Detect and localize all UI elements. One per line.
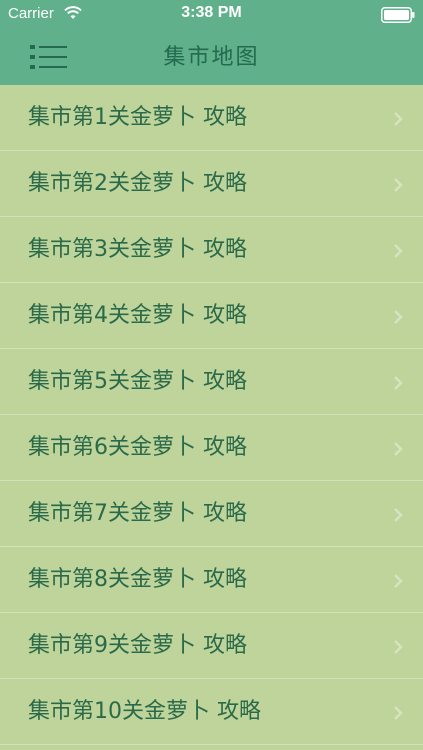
- list-item[interactable]: 集市第2关金萝卜 攻略: [0, 151, 423, 217]
- list-item[interactable]: 集市第7关金萝卜 攻略: [0, 481, 423, 547]
- list-item-label: 集市第4关金萝卜 攻略: [28, 303, 247, 328]
- list-item[interactable]: 集市第4关金萝卜 攻略: [0, 283, 423, 349]
- chevron-right-icon: [394, 310, 403, 324]
- chevron-right-icon: [394, 244, 403, 258]
- chevron-right-icon: [394, 376, 403, 390]
- chevron-right-icon: [394, 508, 403, 522]
- list-item[interactable]: 集市第5关金萝卜 攻略: [0, 349, 423, 415]
- chevron-right-icon: [394, 442, 403, 456]
- list-item[interactable]: 集市第9关金萝卜 攻略: [0, 613, 423, 679]
- list-item-label: 集市第1关金萝卜 攻略: [28, 105, 247, 130]
- list-item-label: 集市第7关金萝卜 攻略: [28, 501, 247, 526]
- page-title: 集市地图: [163, 45, 260, 70]
- list-item[interactable]: 集市第3关金萝卜 攻略: [0, 217, 423, 283]
- nav-bar: 集市地图: [0, 30, 423, 85]
- level-list: 集市第1关金萝卜 攻略 集市第2关金萝卜 攻略 集市第3关金萝卜 攻略 集市第4…: [0, 85, 423, 750]
- status-bar: Carrier 3:38 PM: [0, 0, 423, 30]
- list-item-label: 集市第10关金萝卜 攻略: [28, 699, 261, 724]
- battery-icon: [381, 7, 415, 23]
- status-time: 3:38 PM: [181, 4, 242, 21]
- chevron-right-icon: [394, 574, 403, 588]
- chevron-right-icon: [394, 640, 403, 654]
- list-item-label: 集市第6关金萝卜 攻略: [28, 435, 247, 460]
- list-item-label: 集市第8关金萝卜 攻略: [28, 567, 247, 592]
- list-item-label: 集市第2关金萝卜 攻略: [28, 171, 247, 196]
- chevron-right-icon: [394, 112, 403, 126]
- chevron-right-icon: [394, 178, 403, 192]
- list-item-label: 集市第5关金萝卜 攻略: [28, 369, 247, 394]
- list-item-label: 集市第9关金萝卜 攻略: [28, 633, 247, 658]
- list-item[interactable]: 集市第10关金萝卜 攻略: [0, 679, 423, 745]
- list-item[interactable]: 集市第6关金萝卜 攻略: [0, 415, 423, 481]
- list-item[interactable]: 集市第1关金萝卜 攻略: [0, 85, 423, 151]
- chevron-right-icon: [394, 706, 403, 720]
- list-item-label: 集市第3关金萝卜 攻略: [28, 237, 247, 262]
- list-item[interactable]: 集市第8关金萝卜 攻略: [0, 547, 423, 613]
